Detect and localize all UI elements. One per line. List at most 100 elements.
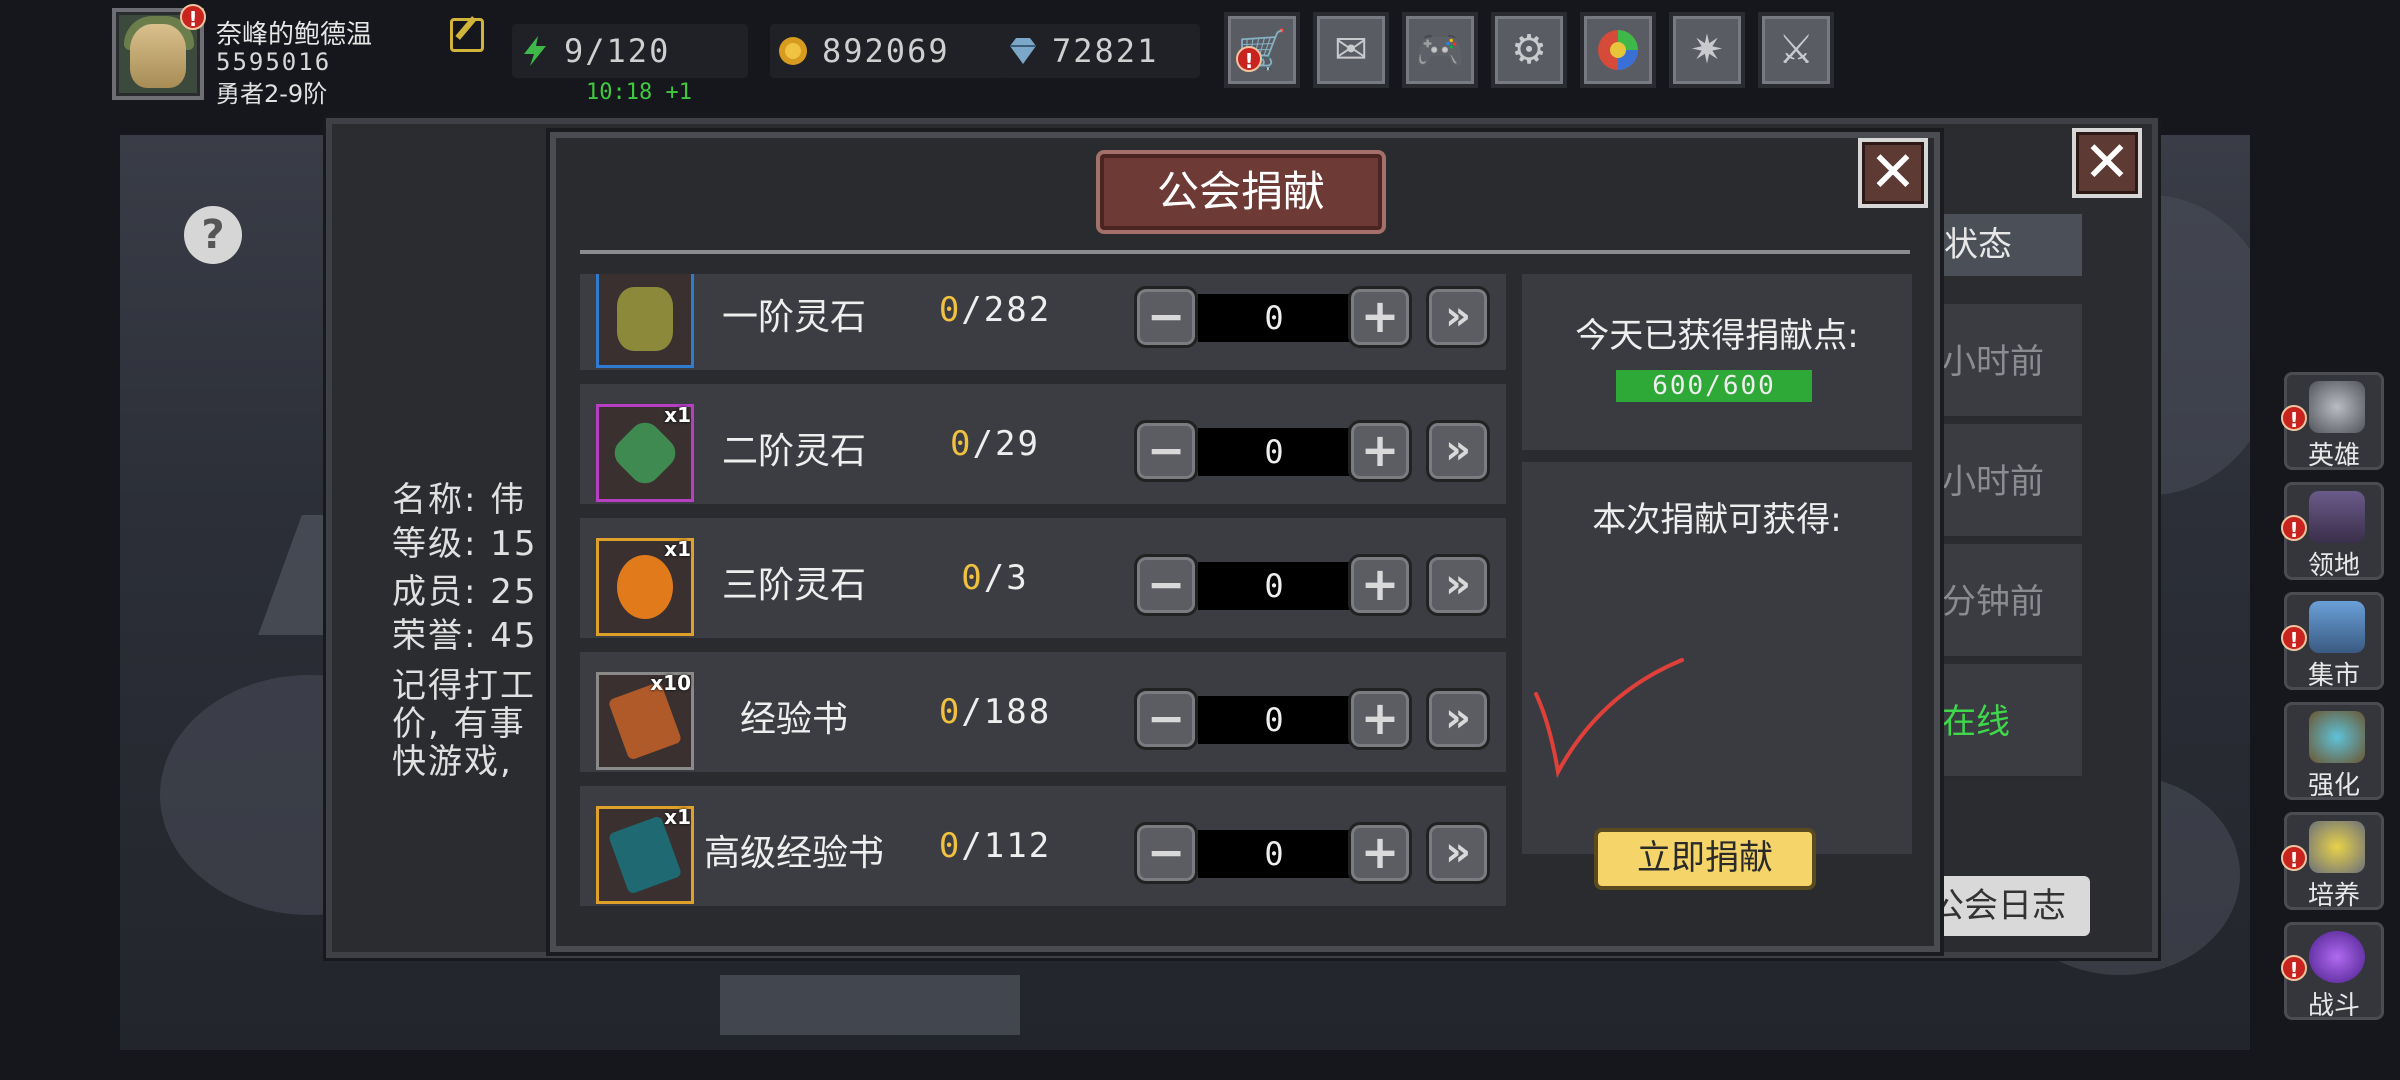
side-alert-badge: ! (2281, 625, 2307, 652)
cultivate-chalice-icon (2309, 821, 2365, 873)
max-quantity-button[interactable]: » (1426, 554, 1490, 616)
reward-label: 本次捐献可获得: (1592, 500, 1842, 540)
max-quantity-button[interactable]: » (1426, 688, 1490, 750)
today-points-progress: 600/600 (1616, 370, 1812, 402)
max-quantity-button[interactable]: » (1426, 286, 1490, 348)
mail-button[interactable]: ✉ (1313, 12, 1389, 88)
donation-item-row: x1 高级经验书 0/112 − 0 + » (580, 786, 1506, 912)
quantity-field[interactable]: 0 (1198, 294, 1350, 342)
market-stall-icon (2309, 601, 2365, 653)
avatar-alert-badge: ! (180, 4, 206, 31)
side-menu-label: 强化 (2307, 771, 2360, 801)
side-menu-market[interactable]: 集市 ! (2281, 592, 2384, 691)
increase-button[interactable]: + (1348, 286, 1412, 348)
decrease-button[interactable]: − (1134, 286, 1198, 348)
side-menu-hero[interactable]: 英雄 ! (2281, 372, 2384, 471)
shop-alert-badge: ! (1236, 46, 1262, 73)
quantity-field[interactable]: 0 (1198, 830, 1350, 878)
side-menu-enhance[interactable]: 强化 (2284, 702, 2384, 801)
side-menu-label: 集市 (2307, 661, 2360, 691)
member-log-row-online: 在线 (1926, 664, 2082, 780)
palette-icon (1598, 30, 1638, 70)
item-stack-count: x10 (650, 671, 691, 695)
item-owned-count: 0/112 (938, 826, 1052, 866)
quantity-field[interactable]: 0 (1198, 696, 1350, 744)
edit-name-icon[interactable] (450, 18, 484, 52)
donation-item-row: x1 三阶灵石 0/3 − 0 + » (580, 518, 1506, 644)
decrease-button[interactable]: − (1134, 554, 1198, 616)
donate-now-button[interactable]: 立即捐献 (1594, 828, 1816, 890)
gold-counter: 892069 (770, 24, 1006, 78)
avatar-face (130, 24, 186, 88)
max-quantity-button[interactable]: » (1426, 420, 1490, 482)
tier3-spirit-stone-icon: x1 (596, 537, 694, 636)
firework-icon: ✷ (1690, 27, 1724, 73)
guild-panel-close-button[interactable]: ✕ (2072, 128, 2142, 198)
gamepad-button[interactable]: 🎮 (1402, 12, 1478, 88)
help-icon[interactable]: ? (184, 206, 242, 264)
item-owned-count: 0/282 (938, 290, 1052, 330)
player-name: 奈峰的鲍德温 (216, 20, 373, 50)
guild-members: 成员: 25 (392, 572, 538, 612)
shop-cart-button[interactable]: 🛒 (1224, 12, 1300, 88)
advanced-exp-book-icon: x1 (596, 805, 694, 904)
donation-item-row: x10 经验书 0/188 − 0 + » (580, 652, 1506, 778)
side-alert-badge: ! (2281, 405, 2307, 432)
guild-notice-line: 快游戏, (392, 742, 513, 782)
side-menu-cultivate[interactable]: 培养 ! (2281, 812, 2384, 911)
tier1-spirit-stone-icon (596, 274, 694, 368)
quantity-field[interactable]: 0 (1198, 428, 1350, 476)
guild-log-button[interactable]: 公会日志 (1922, 876, 2090, 936)
stamina-bolt-icon (524, 36, 546, 66)
swords-icon: ⚔ (1778, 27, 1814, 73)
side-menu-label: 领地 (2307, 551, 2360, 581)
member-log-row: 分钟前 (1926, 544, 2082, 660)
stone-gem (617, 555, 673, 619)
stone-gem (608, 416, 682, 490)
increase-button[interactable]: + (1348, 688, 1412, 750)
item-name: 一阶灵石 (721, 297, 866, 338)
firework-button[interactable]: ✷ (1669, 12, 1745, 88)
stamina-value: 9/120 (564, 32, 671, 70)
max-quantity-button[interactable]: » (1426, 822, 1490, 884)
title-divider (580, 250, 1910, 254)
increase-button[interactable]: + (1348, 822, 1412, 884)
gold-coin-icon (779, 37, 807, 65)
item-name: 三阶灵石 (721, 565, 866, 606)
dialog-title: 公会捐献 (1096, 150, 1386, 234)
increase-button[interactable]: + (1348, 554, 1412, 616)
donation-item-row: x1 二阶灵石 0/29 − 0 + » (580, 384, 1506, 510)
guild-level: 等级: 15 (392, 524, 538, 564)
side-menu-battle[interactable]: 战斗 ! (2281, 922, 2384, 1021)
swords-button[interactable]: ⚔ (1758, 12, 1834, 88)
item-stack-count: x1 (664, 805, 691, 829)
hero-helmet-icon (2309, 381, 2365, 433)
donation-item-list[interactable]: 一阶灵石 0/282 − 0 + » x1 二阶灵石 0/29 − 0 + » … (580, 274, 1506, 924)
today-points-label: 今天已获得捐献点: (1575, 316, 1859, 356)
side-alert-badge: ! (2281, 845, 2307, 872)
decrease-button[interactable]: − (1134, 420, 1198, 482)
decrease-button[interactable]: − (1134, 688, 1198, 750)
tab-status[interactable]: 状态 (1930, 214, 2082, 276)
quantity-field[interactable]: 0 (1198, 562, 1350, 610)
donation-close-button[interactable]: ✕ (1858, 138, 1928, 208)
member-log-row: 小时前 (1926, 424, 2082, 540)
item-owned-count: 0/29 (950, 424, 1040, 464)
battle-portal-icon (2309, 931, 2365, 983)
decrease-button[interactable]: − (1134, 822, 1198, 884)
increase-button[interactable]: + (1348, 420, 1412, 482)
side-menu-label: 培养 (2307, 881, 2360, 911)
settings-button[interactable]: ⚙ (1491, 12, 1567, 88)
item-stack-count: x1 (664, 403, 691, 427)
scene-stairs (720, 975, 1020, 1035)
palette-button[interactable] (1580, 12, 1656, 88)
member-log-row: 小时前 (1926, 304, 2082, 420)
gold-value: 892069 (822, 32, 950, 70)
side-menu-territory[interactable]: 领地 ! (2281, 482, 2384, 581)
player-rank: 勇者2-9阶 (216, 80, 328, 108)
item-name: 高级经验书 (704, 833, 885, 874)
donation-item-row: 一阶灵石 0/282 − 0 + » (580, 274, 1506, 376)
top-hud: ! 奈峰的鲍德温 5595016 勇者2-9阶 9/120 10:18 +1 8… (0, 0, 2400, 120)
item-owned-count: 0/188 (938, 692, 1052, 732)
gem-diamond-icon (1010, 38, 1036, 64)
